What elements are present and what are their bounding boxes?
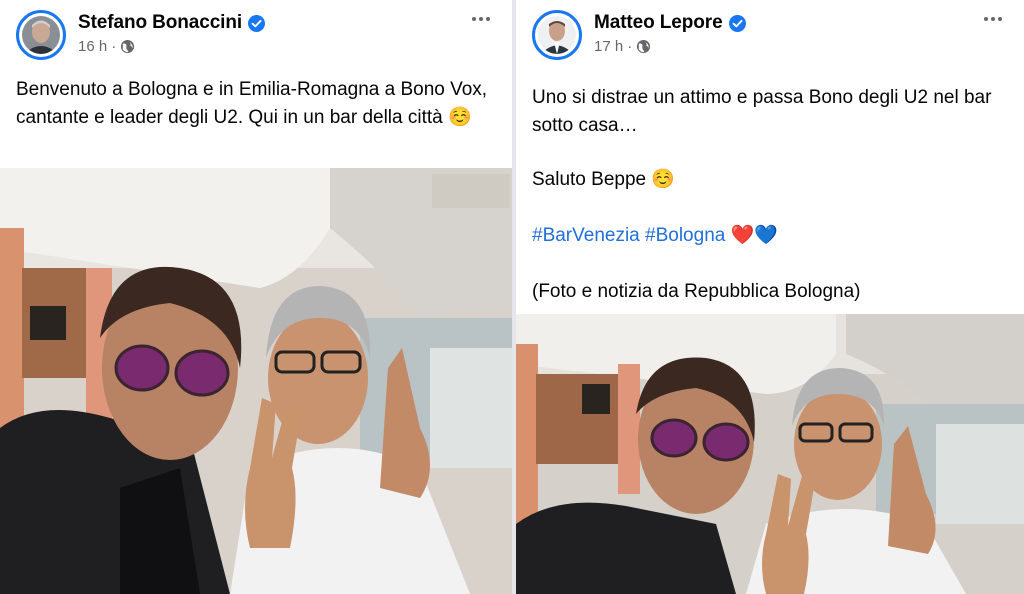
hashtag-bologna[interactable]: #Bologna — [645, 225, 725, 246]
verified-badge-icon — [248, 14, 266, 32]
verified-badge-icon — [728, 14, 746, 32]
heart-emojis: ❤️💙 — [730, 225, 778, 246]
post-card-bonaccini: Stefano Bonaccini 16 h · Benvenuto a Bol… — [0, 0, 512, 594]
post-meta: 17 h · — [594, 38, 651, 55]
post-photo[interactable] — [516, 314, 1024, 594]
globe-icon — [121, 39, 135, 54]
more-options-icon[interactable] — [982, 14, 1004, 24]
avatar[interactable] — [16, 10, 66, 60]
meta-separator: · — [627, 38, 633, 55]
globe-icon — [637, 39, 651, 54]
post-header: Matteo Lepore 17 h · — [530, 8, 1014, 64]
post-hashtags: #BarVenezia #Bologna ❤️💙 — [532, 222, 1010, 250]
post-time[interactable]: 17 h — [594, 38, 623, 55]
post-text-source: (Foto e notizia da Repubblica Bologna) — [532, 281, 861, 302]
post-card-lepore: Matteo Lepore 17 h · Uno si distrae un a… — [516, 0, 1024, 594]
avatar[interactable] — [532, 10, 582, 60]
post-meta: 16 h · — [78, 38, 135, 55]
hashtag-barvenezia[interactable]: #BarVenezia — [532, 225, 640, 246]
post-text-line2: Saluto Beppe ☺️ — [532, 169, 676, 190]
author-name[interactable]: Matteo Lepore — [594, 12, 723, 34]
post-header: Stefano Bonaccini 16 h · — [14, 8, 502, 64]
post-text: Benvenuto a Bologna e in Emilia-Romagna … — [16, 79, 488, 128]
more-options-icon[interactable] — [470, 14, 492, 24]
post-author[interactable]: Matteo Lepore — [594, 12, 746, 34]
post-text-line1: Uno si distrae un attimo e passa Bono de… — [532, 87, 992, 136]
author-name[interactable]: Stefano Bonaccini — [78, 12, 242, 34]
post-photo[interactable] — [0, 168, 512, 594]
post-time[interactable]: 16 h — [78, 38, 107, 55]
post-author[interactable]: Stefano Bonaccini — [78, 12, 266, 34]
meta-separator: · — [111, 38, 117, 55]
